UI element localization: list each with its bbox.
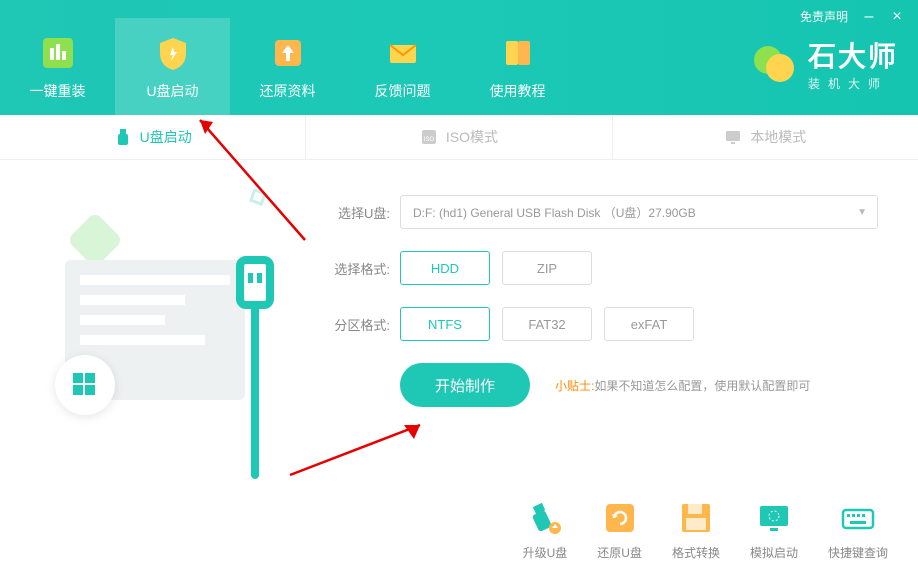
nav-label: U盘启动 <box>146 81 198 101</box>
subnav-label: ISO模式 <box>446 127 498 147</box>
svg-text:ISO: ISO <box>424 137 435 143</box>
start-make-button[interactable]: 开始制作 <box>400 363 530 407</box>
tool-label: 模拟启动 <box>750 544 798 561</box>
mail-icon <box>383 33 423 73</box>
brand-subtitle: 装机大师 <box>808 75 898 92</box>
bar-chart-icon <box>38 33 78 73</box>
subnav-local-mode[interactable]: 本地模式 <box>613 115 918 159</box>
nav-usb-boot[interactable]: U盘启动 <box>115 18 230 115</box>
header: 免责声明 – × 一键重装 U盘启动 还原资料 反馈问题 <box>0 0 918 115</box>
partition-option-fat32[interactable]: FAT32 <box>502 307 592 341</box>
format-option-hdd[interactable]: HDD <box>400 251 490 285</box>
partition-format-label: 分区格式: <box>320 315 390 334</box>
iso-icon: ISO <box>420 128 438 146</box>
brand: 石大师 装机大师 <box>750 35 898 92</box>
tool-label: 快捷键查询 <box>828 544 888 561</box>
subnav-label: U盘启动 <box>140 127 192 147</box>
tool-shortcut-query[interactable]: 快捷键查询 <box>828 498 888 561</box>
nav-restore-data[interactable]: 还原资料 <box>230 18 345 115</box>
subnav-iso-mode[interactable]: ISO ISO模式 <box>306 115 612 159</box>
tool-label: 还原U盘 <box>597 544 642 561</box>
tool-upgrade-usb[interactable]: 升级U盘 <box>523 498 568 561</box>
tool-label: 升级U盘 <box>523 544 568 561</box>
shield-icon <box>153 33 193 73</box>
decoration-icon <box>249 188 267 206</box>
screen-icon <box>754 498 794 538</box>
chevron-down-icon: ▼ <box>857 207 867 218</box>
tip-text: 小贴士:如果不知道怎么配置，使用默认配置即可 <box>555 377 810 394</box>
nav-label: 反馈问题 <box>375 81 431 101</box>
tool-label: 格式转换 <box>672 544 720 561</box>
disclaimer-link[interactable]: 免责声明 <box>800 8 848 25</box>
tip-prefix: 小贴士: <box>555 379 594 393</box>
select-usb-label: 选择U盘: <box>320 203 390 222</box>
restore-icon <box>600 498 640 538</box>
partition-option-ntfs[interactable]: NTFS <box>400 307 490 341</box>
subnav-label: 本地模式 <box>750 127 806 147</box>
partition-option-exfat[interactable]: exFAT <box>604 307 694 341</box>
nav-label: 还原资料 <box>260 81 316 101</box>
nav-tutorial[interactable]: 使用教程 <box>460 18 575 115</box>
monitor-icon <box>724 128 742 146</box>
upload-icon <box>268 33 308 73</box>
tool-restore-usb[interactable]: 还原U盘 <box>597 498 642 561</box>
nav-label: 使用教程 <box>490 81 546 101</box>
minimize-button[interactable]: – <box>860 8 878 26</box>
keyboard-icon <box>838 498 878 538</box>
brand-logo-icon <box>750 40 798 88</box>
tip-body: 如果不知道怎么配置，使用默认配置即可 <box>594 379 810 393</box>
main-nav: 一键重装 U盘启动 还原资料 反馈问题 使用教程 <box>0 0 575 115</box>
subnav-usb-boot[interactable]: U盘启动 <box>0 115 306 159</box>
sub-nav: U盘启动 ISO ISO模式 本地模式 <box>0 115 918 160</box>
nav-one-click-reinstall[interactable]: 一键重装 <box>0 18 115 115</box>
usb-drive-select[interactable]: D:F: (hd1) General USB Flash Disk （U盘）27… <box>400 195 878 229</box>
nav-label: 一键重装 <box>30 81 86 101</box>
tool-format-convert[interactable]: 格式转换 <box>672 498 720 561</box>
usb-icon <box>114 128 132 146</box>
select-format-label: 选择格式: <box>320 259 390 278</box>
brand-title: 石大师 <box>808 35 898 75</box>
nav-feedback[interactable]: 反馈问题 <box>345 18 460 115</box>
windows-badge-icon <box>55 355 115 415</box>
format-option-zip[interactable]: ZIP <box>502 251 592 285</box>
illustration <box>0 160 300 579</box>
tool-simulate-boot[interactable]: 模拟启动 <box>750 498 798 561</box>
usb-up-icon <box>525 498 565 538</box>
close-button[interactable]: × <box>888 8 906 26</box>
floppy-icon <box>676 498 716 538</box>
usb-cable-icon <box>220 255 290 485</box>
bottom-tools: 升级U盘 还原U盘 格式转换 模拟启动 快捷键查询 <box>523 498 888 561</box>
book-icon <box>498 33 538 73</box>
select-value: D:F: (hd1) General USB Flash Disk （U盘）27… <box>413 204 696 221</box>
